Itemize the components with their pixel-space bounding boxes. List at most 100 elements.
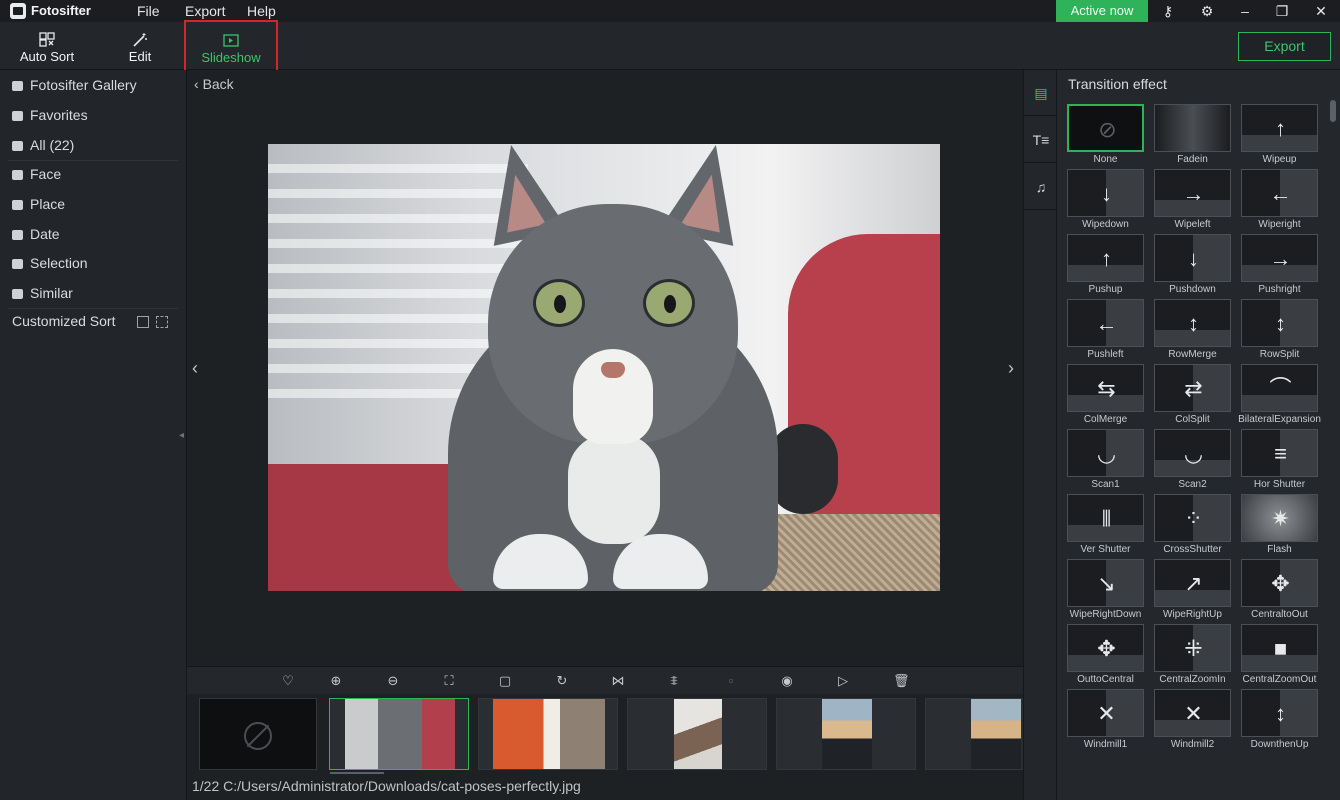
menu-export[interactable]: Export (185, 3, 225, 19)
sidebar-item-label: Similar (30, 285, 73, 301)
effect-rowsplit[interactable]: ↕ RowSplit (1241, 299, 1318, 362)
thumbnail-photo-cat-3[interactable] (627, 698, 767, 770)
effect-label: Scan2 (1178, 479, 1207, 490)
effect-wiperight[interactable]: ← Wiperight (1241, 169, 1318, 232)
key-icon[interactable]: ⚷ (1158, 2, 1178, 20)
effect-preview: ✥ (1067, 624, 1144, 672)
favorite-heart-icon[interactable]: ♡ (280, 673, 296, 689)
effect-ver-shutter[interactable]: ⦀ Ver Shutter (1067, 494, 1144, 557)
sidebar-item-favorites[interactable]: Favorites (12, 100, 177, 130)
actual-size-icon[interactable]: ▢ (497, 673, 513, 689)
sidebar-item-date[interactable]: Date (12, 219, 177, 249)
effect-scrollbar[interactable] (1330, 100, 1336, 800)
export-button[interactable]: Export (1238, 32, 1331, 61)
effect-colsplit[interactable]: ⇄ ColSplit (1154, 364, 1231, 427)
active-now-button[interactable]: Active now (1056, 0, 1148, 22)
thumbnail-photo-cat-1[interactable] (329, 698, 469, 770)
back-button[interactable]: ‹ Back (194, 76, 234, 92)
effect-glyph-icon: ⇆ (1097, 376, 1116, 401)
menu-help[interactable]: Help (247, 3, 276, 19)
effect-glyph-icon: ✥ (1271, 571, 1290, 596)
close-icon[interactable]: ✕ (1311, 2, 1331, 20)
play-slideshow-icon[interactable]: ▷ (835, 673, 851, 689)
rotate-icon[interactable]: ↻ (554, 673, 570, 689)
effect-hor-shutter[interactable]: ≡ Hor Shutter (1241, 429, 1318, 492)
effect-windmill1[interactable]: ✕ Windmill1 (1067, 689, 1144, 752)
sidebar-item-place[interactable]: Place (12, 189, 177, 219)
effect-centralzoomout[interactable]: ■ CentralZoomOut (1241, 624, 1318, 687)
fit-screen-icon[interactable]: ⛶ (441, 673, 457, 689)
tab-transition-effect[interactable]: ▤ (1024, 70, 1058, 116)
effect-downthenup[interactable]: ↕ DownthenUp (1241, 689, 1318, 752)
effect-wipedown[interactable]: ↓ Wipedown (1067, 169, 1144, 232)
remove-sort-icon[interactable] (156, 316, 168, 328)
effect-label: CentraltoOut (1251, 609, 1308, 620)
effect-preview: ✥ (1241, 559, 1318, 607)
cat-eye-left (533, 279, 585, 327)
effect-scan1[interactable]: ◡ Scan1 (1067, 429, 1144, 492)
thumbnail-photo-cat-2[interactable] (478, 698, 618, 770)
effect-centraltoout[interactable]: ✥ CentraltoOut (1241, 559, 1318, 622)
sidebar-item-selection[interactable]: Selection (12, 248, 177, 278)
effect-preview: ← (1067, 299, 1144, 347)
next-photo-button[interactable]: › (1008, 358, 1014, 379)
effect-preview: ≡ (1241, 429, 1318, 477)
effect-windmill2[interactable]: ✕ Windmill2 (1154, 689, 1231, 752)
gear-icon[interactable]: ⚙ (1197, 2, 1217, 20)
effect-outtocentral[interactable]: ✥ OuttoCentral (1067, 624, 1144, 687)
effect-preview: ◡ (1067, 429, 1144, 477)
effect-label: OuttoCentral (1077, 674, 1134, 685)
thumbnail-photo-woman-1[interactable] (776, 698, 916, 770)
effect-centralzoomin[interactable]: ⁜ CentralZoomIn (1154, 624, 1231, 687)
delete-trash-icon[interactable]: 🗑 (893, 673, 910, 689)
auto-sort-button[interactable]: Auto Sort (10, 22, 84, 70)
zoom-out-icon[interactable]: ⊖ (385, 673, 401, 689)
effect-colmerge[interactable]: ⇆ ColMerge (1067, 364, 1144, 427)
effect-scan2[interactable]: ◡ Scan2 (1154, 429, 1231, 492)
collapse-sidebar-icon[interactable]: ◂ (179, 430, 184, 441)
effect-pushdown[interactable]: ↓ Pushdown (1154, 234, 1231, 297)
tab-music[interactable]: ♫ (1024, 164, 1058, 210)
effect-wipeup[interactable]: ↑ Wipeup (1241, 104, 1318, 167)
effect-fadein[interactable]: Fadein (1154, 104, 1231, 167)
slideshow-icon (223, 34, 239, 47)
effect-pushleft[interactable]: ← Pushleft (1067, 299, 1144, 362)
tab-text[interactable]: T≡ (1024, 117, 1058, 163)
crop-icon[interactable]: ▫ (723, 673, 739, 689)
effect-wiperightup[interactable]: ↗ WipeRightUp (1154, 559, 1231, 622)
effect-rowmerge[interactable]: ↕ RowMerge (1154, 299, 1231, 362)
effect-crossshutter[interactable]: ⁘ CrossShutter (1154, 494, 1231, 557)
add-sort-icon[interactable] (137, 316, 149, 328)
sidebar-item-label: Date (30, 226, 60, 242)
previous-photo-button[interactable]: ‹ (192, 358, 198, 379)
menu-file[interactable]: File (137, 3, 160, 19)
effect-preview: ■ (1241, 624, 1318, 672)
minimize-icon[interactable]: – (1235, 2, 1255, 20)
sidebar-item-similar[interactable]: Similar (12, 278, 177, 308)
sidebar-item-all[interactable]: All (22) (12, 130, 177, 160)
thumbnail-photo-woman-2[interactable] (925, 698, 1023, 770)
effect-wiperightdown[interactable]: ↘ WipeRightDown (1067, 559, 1144, 622)
flip-vertical-icon[interactable]: ⩨ (666, 673, 682, 689)
effect-glyph-icon: ↕ (1188, 311, 1199, 336)
zoom-in-icon[interactable]: ⊕ (328, 673, 344, 689)
scroll-thumb[interactable] (1330, 100, 1336, 122)
flip-horizontal-icon[interactable]: ⋈ (610, 673, 626, 689)
effect-glyph-icon: ⁜ (1184, 636, 1203, 661)
effect-pushright[interactable]: → Pushright (1241, 234, 1318, 297)
slideshow-button[interactable]: Slideshow (184, 20, 278, 75)
effect-glyph-icon: ↕ (1275, 701, 1286, 726)
restore-icon[interactable]: ❐ (1272, 2, 1292, 20)
preview-eye-icon[interactable]: ◉ (779, 673, 795, 689)
sidebar-item-face[interactable]: Face (12, 159, 177, 189)
sidebar-item-gallery[interactable]: Fotosifter Gallery (12, 70, 177, 100)
effect-preview: ⦀ (1067, 494, 1144, 542)
effect-pushup[interactable]: ↑ Pushup (1067, 234, 1144, 297)
thumbnail-transition-none[interactable] (199, 698, 317, 770)
edit-button[interactable]: Edit (112, 22, 168, 70)
effect-bilateralexpansion[interactable]: ⌒ BilateralExpansion (1238, 364, 1321, 427)
effect-preview (1154, 104, 1231, 152)
effect-flash[interactable]: ✷ Flash (1241, 494, 1318, 557)
effect-wipeleft[interactable]: → Wipeleft (1154, 169, 1231, 232)
effect-none[interactable]: ⊘ None (1067, 104, 1144, 167)
